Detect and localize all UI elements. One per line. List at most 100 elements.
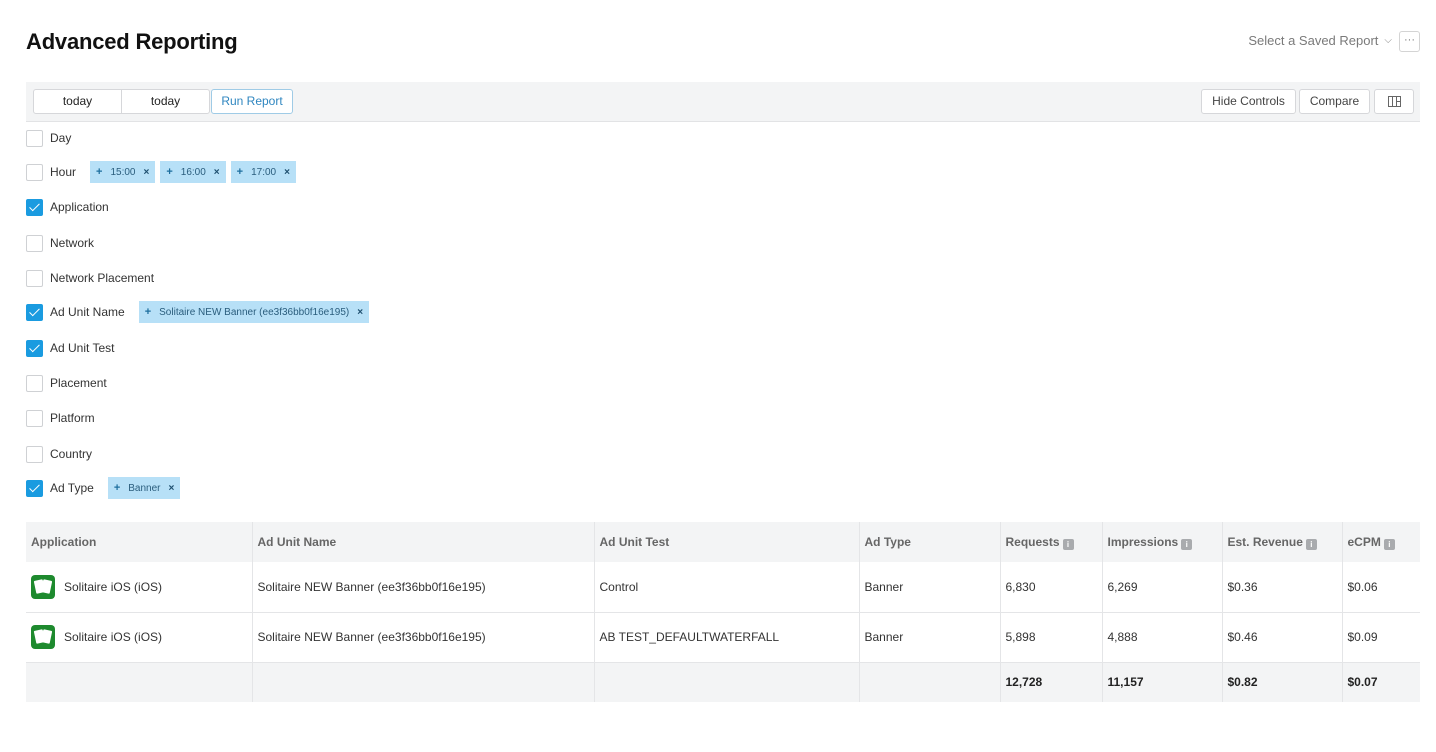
totals-cell xyxy=(859,662,1001,702)
ecpm-cell: $0.09 xyxy=(1342,612,1420,663)
filter-chips: +15:00 × +16:00 × +17:00 × xyxy=(90,161,296,183)
total-est-revenue-cell: $0.82 xyxy=(1222,662,1343,702)
plus-icon: + xyxy=(113,482,121,494)
column-header-impressions[interactable]: Impressions i xyxy=(1102,522,1223,562)
dimension-checkbox-placement[interactable] xyxy=(26,374,43,392)
filter-chips: + Solitaire NEW Banner (ee3f36bb0f16e195)… xyxy=(138,301,370,323)
dimension-label[interactable]: Application xyxy=(50,200,109,214)
dimension-checkbox-day[interactable] xyxy=(26,129,43,147)
column-header-application[interactable]: Application xyxy=(26,522,253,562)
info-icon[interactable]: i xyxy=(1305,538,1317,550)
report-table: Application Ad Unit Name Ad Unit Test Ad… xyxy=(26,522,1420,702)
remove-icon[interactable]: × xyxy=(169,483,175,494)
solitaire-app-icon xyxy=(31,574,55,599)
ecpm-cell: $0.06 xyxy=(1342,562,1420,613)
dimension-checkbox-ad-unit-name[interactable] xyxy=(26,303,43,321)
remove-icon[interactable]: × xyxy=(284,167,290,178)
dimension-checkbox-ad-unit-test[interactable] xyxy=(26,339,43,357)
dimension-row-network: Network xyxy=(26,232,94,254)
filter-chip-label: Solitaire NEW Banner (ee3f36bb0f16e195) xyxy=(159,306,350,318)
dimension-checkbox-platform[interactable] xyxy=(26,409,43,427)
compare-button[interactable]: Compare xyxy=(1299,89,1370,114)
info-icon[interactable]: i xyxy=(1062,538,1074,550)
plus-icon: + xyxy=(166,166,173,178)
totals-row: 12,728 11,157 $0.82 $0.07 xyxy=(26,662,1420,702)
ad-type-cell: Banner xyxy=(859,612,1001,663)
dimension-label[interactable]: Platform xyxy=(50,411,95,425)
totals-cell xyxy=(252,662,595,702)
remove-icon[interactable]: × xyxy=(214,167,220,178)
dimension-label[interactable]: Placement xyxy=(50,376,107,390)
filter-chip[interactable]: + Solitaire NEW Banner (ee3f36bb0f16e195)… xyxy=(138,301,370,323)
columns-button[interactable] xyxy=(1374,89,1414,114)
dimension-row-placement: Placement xyxy=(26,372,107,394)
dimension-checkbox-hour[interactable] xyxy=(26,163,43,181)
ad-unit-name-cell: Solitaire NEW Banner (ee3f36bb0f16e195) xyxy=(252,562,595,613)
column-header-ad-type[interactable]: Ad Type xyxy=(859,522,1001,562)
column-header-ad-unit-test[interactable]: Ad Unit Test xyxy=(594,522,860,562)
column-header-ecpm[interactable]: eCPM i xyxy=(1342,522,1420,562)
plus-icon: + xyxy=(236,166,244,178)
more-options-button[interactable]: ··· xyxy=(1399,31,1420,52)
info-icon[interactable]: i xyxy=(1181,538,1193,550)
dimension-label[interactable]: Network xyxy=(50,236,94,250)
dimension-row-ad-unit-test: Ad Unit Test xyxy=(26,337,114,359)
dimension-row-day: Day xyxy=(26,127,71,149)
column-header-requests[interactable]: Requests i xyxy=(1000,522,1103,562)
info-icon[interactable]: i xyxy=(1383,538,1395,550)
requests-cell: 6,830 xyxy=(1000,562,1103,613)
filter-chip[interactable]: +15:00 × xyxy=(90,161,156,183)
filter-chip-label: 15:00 xyxy=(110,166,136,178)
column-header-est-revenue[interactable]: Est. Revenue i xyxy=(1222,522,1343,562)
dimension-label[interactable]: Ad Type xyxy=(50,481,94,495)
saved-report-dropdown[interactable]: Select a Saved Report ⌵ xyxy=(1248,33,1392,48)
filter-chip[interactable]: +17:00 × xyxy=(230,161,296,183)
filter-chips: + Banner × xyxy=(107,477,181,499)
dimension-checkbox-network-placement[interactable] xyxy=(26,269,43,287)
chevron-down-icon: ⌵ xyxy=(1384,35,1392,46)
saved-report-label: Select a Saved Report xyxy=(1248,33,1379,48)
filter-chip[interactable]: + Banner × xyxy=(107,477,181,499)
impressions-cell: 4,888 xyxy=(1102,612,1223,663)
application-cell: Solitaire iOS (iOS) xyxy=(64,579,163,594)
filter-chip-label: 17:00 xyxy=(251,166,277,178)
run-report-button[interactable]: Run Report xyxy=(211,89,293,114)
dimension-label[interactable]: Ad Unit Name xyxy=(50,305,125,319)
total-ecpm-cell: $0.07 xyxy=(1342,662,1420,702)
totals-cell xyxy=(26,662,253,702)
column-header-ad-unit-name[interactable]: Ad Unit Name xyxy=(252,522,595,562)
report-toolbar: today today Run Report Hide Controls Com… xyxy=(26,82,1420,122)
filter-chip-label: 16:00 xyxy=(180,166,206,178)
requests-cell: 5,898 xyxy=(1000,612,1103,663)
plus-icon: + xyxy=(144,306,152,318)
filter-chip[interactable]: +16:00 × xyxy=(160,161,226,183)
dimension-checkbox-ad-type[interactable] xyxy=(26,479,43,497)
totals-cell xyxy=(594,662,860,702)
est-revenue-cell: $0.36 xyxy=(1222,562,1343,613)
dimension-label[interactable]: Ad Unit Test xyxy=(50,341,114,355)
dimension-label[interactable]: Hour xyxy=(50,165,76,179)
ad-type-cell: Banner xyxy=(859,562,1001,613)
dimension-checkbox-application[interactable] xyxy=(26,198,43,216)
dimension-row-application: Application xyxy=(26,196,109,218)
solitaire-app-icon xyxy=(31,625,55,649)
table-row: Solitaire iOS (iOS) Solitaire NEW Banner… xyxy=(26,562,1420,613)
date-from-input[interactable]: today xyxy=(33,89,122,114)
table-header-row: Application Ad Unit Name Ad Unit Test Ad… xyxy=(26,522,1420,562)
dimension-label[interactable]: Network Placement xyxy=(50,271,154,285)
dimension-row-hour: Hour +15:00 × +16:00 × +17:00 × xyxy=(26,161,296,183)
date-to-input[interactable]: today xyxy=(121,89,210,114)
est-revenue-cell: $0.46 xyxy=(1222,612,1343,663)
dimension-checkbox-network[interactable] xyxy=(26,234,43,252)
hide-controls-button[interactable]: Hide Controls xyxy=(1201,89,1296,114)
remove-icon[interactable]: × xyxy=(357,307,363,318)
impressions-cell: 6,269 xyxy=(1102,562,1223,613)
application-cell: Solitaire iOS (iOS) xyxy=(64,630,163,644)
dimension-label[interactable]: Day xyxy=(50,131,71,145)
remove-icon[interactable]: × xyxy=(143,167,149,178)
dimension-label[interactable]: Country xyxy=(50,447,92,461)
ad-unit-test-cell: Control xyxy=(594,562,860,613)
dimension-row-ad-unit-name: Ad Unit Name + Solitaire NEW Banner (ee3f3… xyxy=(26,301,370,323)
dimension-row-network-placement: Network Placement xyxy=(26,267,154,289)
dimension-checkbox-country[interactable] xyxy=(26,445,43,463)
